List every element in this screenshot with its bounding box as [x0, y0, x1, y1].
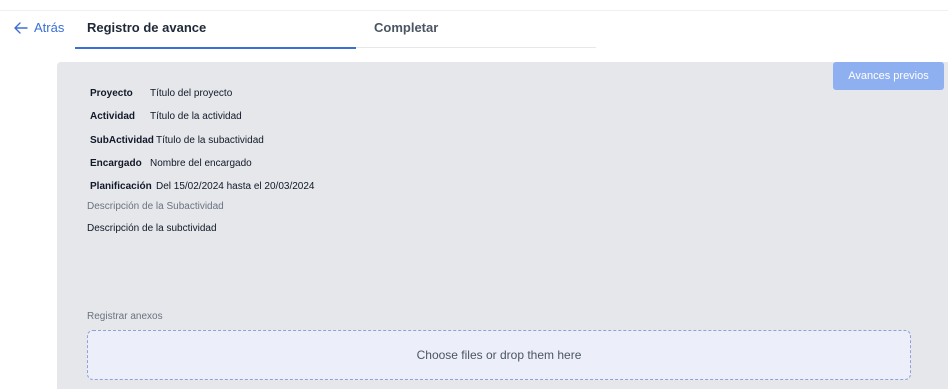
arrow-left-icon [14, 21, 28, 34]
back-button[interactable]: Atrás [14, 20, 64, 35]
detail-row-subactividad: SubActividad Título de la subactividad [90, 129, 314, 152]
progress-panel: Avances previos Proyecto Título del proy… [57, 62, 948, 389]
description-text: Descripción de la subctividad [87, 223, 217, 234]
detail-label: Actividad [90, 111, 136, 123]
annex-label: Registrar anexos [87, 311, 163, 322]
detail-label: Planificación [90, 181, 152, 193]
tab-completar[interactable]: Completar [374, 20, 438, 35]
detail-row-actividad: Actividad Título de la actividad [90, 105, 314, 128]
detail-value: Título de la actividad [150, 111, 242, 123]
detail-row-encargado: Encargado Nombre del encargado [90, 152, 314, 175]
top-divider [0, 10, 948, 11]
tab-registro-de-avance[interactable]: Registro de avance [87, 20, 206, 35]
description-label: Descripción de la Subactividad [87, 201, 224, 212]
dropzone-text: Choose files or drop them here [416, 348, 582, 362]
previous-progress-button[interactable]: Avances previos [833, 62, 944, 90]
detail-row-proyecto: Proyecto Título del proyecto [90, 82, 314, 105]
active-tab-indicator [75, 47, 356, 49]
back-label: Atrás [34, 20, 65, 35]
detail-value: Nombre del encargado [150, 158, 252, 170]
detail-value: Título del proyecto [150, 88, 233, 100]
detail-value: Título de la subactividad [156, 134, 264, 146]
file-dropzone[interactable]: Choose files or drop them here [87, 330, 911, 380]
detail-label: Proyecto [90, 88, 133, 100]
detail-label: SubActividad [90, 134, 154, 146]
detail-value: Del 15/02/2024 hasta el 20/03/2024 [156, 181, 315, 193]
subactivity-details: Proyecto Título del proyecto Actividad T… [90, 82, 314, 198]
top-navigation: Atrás Registro de avance Completar [0, 0, 948, 62]
tab-divider [356, 47, 596, 48]
detail-label: Encargado [90, 158, 142, 170]
detail-row-planificacion: Planificación Del 15/02/2024 hasta el 20… [90, 175, 314, 198]
